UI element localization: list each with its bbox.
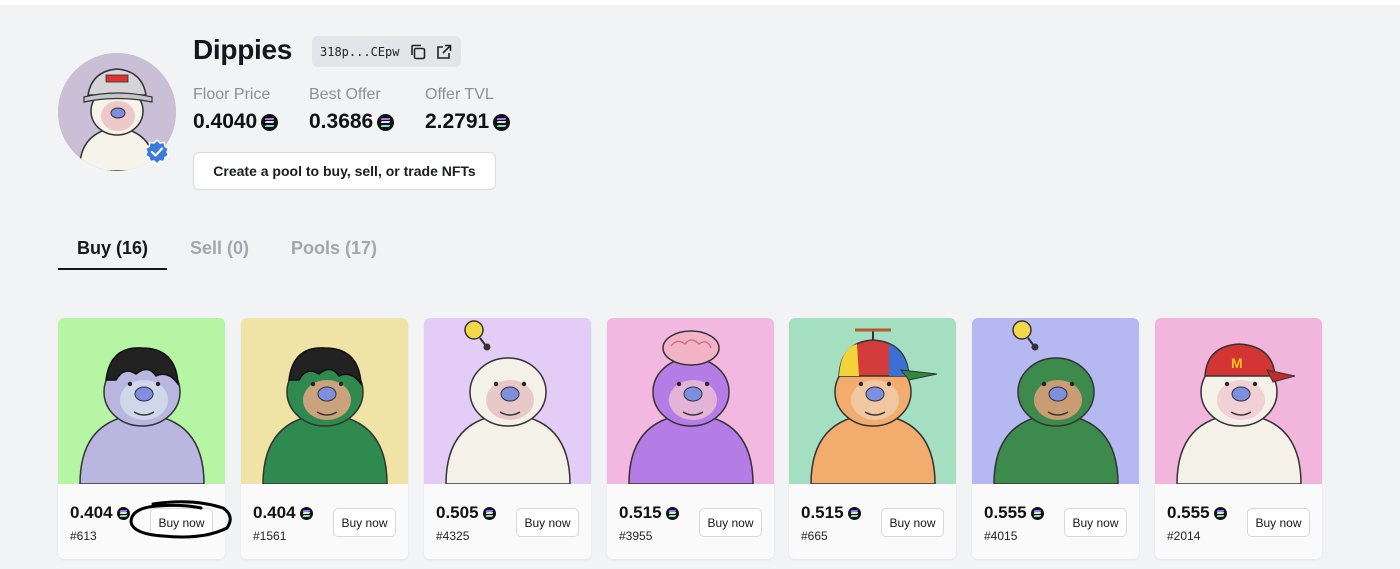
price-value: 0.515: [619, 503, 662, 522]
copy-icon[interactable]: [409, 43, 427, 61]
nft-image: [972, 318, 1139, 484]
stat-floor-price: Floor Price 0.4040: [193, 86, 279, 134]
nft-image: [789, 318, 956, 484]
stat-value: 0.4040: [193, 110, 258, 133]
price-value: 0.505: [436, 503, 479, 522]
nft-image: [607, 318, 774, 484]
tab-sell[interactable]: Sell (0): [190, 238, 249, 259]
nft-card[interactable]: 0.404 #613 Buy now: [58, 318, 225, 559]
buy-now-button[interactable]: Buy now: [333, 508, 396, 537]
external-link-icon[interactable]: [435, 43, 453, 61]
buy-now-button[interactable]: Buy now: [1247, 508, 1310, 537]
stat-value: 0.3686: [309, 110, 374, 133]
buy-now-button[interactable]: Buy now: [1064, 508, 1127, 537]
nft-image: M: [1155, 318, 1322, 484]
active-tab-underline: [58, 268, 167, 270]
solana-icon: [665, 506, 679, 520]
price-value: 0.404: [70, 503, 113, 522]
nft-price: 0.555: [1167, 503, 1227, 523]
stat-best-offer: Best Offer 0.3686: [309, 86, 395, 134]
solana-icon: [261, 113, 279, 131]
nft-id: #3955: [619, 529, 653, 543]
solana-icon: [847, 506, 861, 520]
nft-price: 0.505: [436, 503, 496, 523]
address-chip: 318p...CEpw: [312, 36, 461, 67]
nft-id: #4325: [436, 529, 470, 543]
solana-icon: [1213, 506, 1227, 520]
solana-icon: [299, 506, 313, 520]
nft-price: 0.555: [984, 503, 1044, 523]
nft-image: [241, 318, 408, 484]
buy-now-button[interactable]: Buy now: [881, 508, 944, 537]
stat-label: Best Offer: [309, 86, 381, 103]
nft-id: #665: [801, 529, 828, 543]
nft-card[interactable]: M 0.555 #2014 Buy now: [1155, 318, 1322, 559]
stat-value: 2.2791: [425, 110, 490, 133]
top-bar: [0, 0, 1400, 5]
collection-address: 318p...CEpw: [320, 44, 400, 59]
price-value: 0.555: [984, 503, 1027, 522]
stat-offer-tvl: Offer TVL 2.2791: [425, 86, 511, 134]
create-pool-button[interactable]: Create a pool to buy, sell, or trade NFT…: [193, 152, 496, 190]
stat-label: Offer TVL: [425, 86, 494, 103]
nft-id: #1561: [253, 529, 287, 543]
buy-now-button[interactable]: Buy now: [699, 508, 762, 537]
price-value: 0.515: [801, 503, 844, 522]
buy-now-button[interactable]: Buy now: [516, 508, 579, 537]
nft-price: 0.404: [253, 503, 313, 523]
solana-icon: [493, 113, 511, 131]
collection-name: Dippies: [193, 34, 293, 65]
nft-price: 0.515: [619, 503, 679, 523]
solana-icon: [1030, 506, 1044, 520]
svg-text:M: M: [1231, 355, 1243, 371]
solana-icon: [377, 113, 395, 131]
nft-id: #4015: [984, 529, 1018, 543]
tab-pools[interactable]: Pools (17): [291, 238, 377, 259]
tab-buy[interactable]: Buy (16): [77, 238, 148, 259]
nft-id: #613: [70, 529, 97, 543]
solana-icon: [116, 506, 130, 520]
nft-card[interactable]: 0.515 #665 Buy now: [789, 318, 956, 559]
nft-price: 0.515: [801, 503, 861, 523]
price-value: 0.404: [253, 503, 296, 522]
nft-price: 0.404: [70, 503, 130, 523]
nft-card[interactable]: 0.505 #4325 Buy now: [424, 318, 591, 559]
nft-card[interactable]: 0.515 #3955 Buy now: [607, 318, 774, 559]
nft-image: [424, 318, 591, 484]
nft-card[interactable]: 0.555 #4015 Buy now: [972, 318, 1139, 559]
nft-image: [58, 318, 225, 484]
nft-card[interactable]: 0.404 #1561 Buy now: [241, 318, 408, 559]
stat-label: Floor Price: [193, 86, 271, 103]
solana-icon: [482, 506, 496, 520]
price-value: 0.555: [1167, 503, 1210, 522]
nft-id: #2014: [1167, 529, 1201, 543]
verified-badge-icon: [144, 138, 170, 166]
buy-now-button[interactable]: Buy now: [150, 508, 213, 537]
